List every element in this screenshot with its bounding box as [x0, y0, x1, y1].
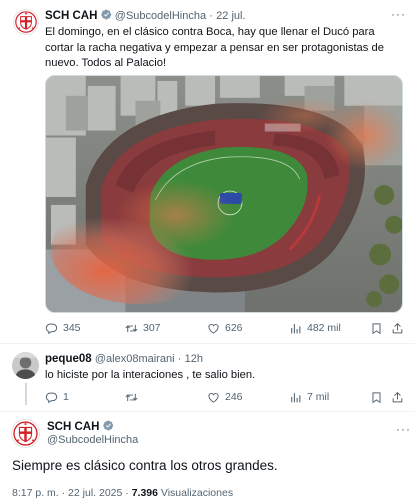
views-count: 7.396: [131, 487, 158, 499]
like-button[interactable]: 626: [207, 322, 243, 335]
share-button[interactable]: [391, 322, 404, 335]
tweet-actions: 345 307 626 482 mil: [45, 320, 405, 336]
like-count: 246: [225, 391, 243, 403]
separator-dot: ·: [209, 10, 213, 22]
reply-author-name[interactable]: peque08: [45, 353, 92, 365]
reply-icon: [45, 391, 58, 404]
tweet-time[interactable]: 8:17 p. m.: [12, 487, 59, 499]
thread-connector: [25, 383, 27, 405]
reply-author-avatar[interactable]: [12, 352, 39, 379]
retweet-count: 307: [143, 322, 161, 334]
separator-dot: ·: [61, 487, 66, 499]
bookmark-button[interactable]: [370, 391, 383, 404]
retweet-icon: [125, 322, 138, 335]
reply-date[interactable]: 12h: [185, 353, 203, 365]
club-crest-icon: [12, 420, 39, 447]
views-chart-icon: [289, 322, 302, 335]
share-icon: [391, 322, 404, 335]
tweet-text: Siempre es clásico contra los otros gran…: [12, 458, 278, 473]
tweet-date[interactable]: 22 jul. 2025: [68, 487, 122, 499]
author-name-row: SCH CAH: [47, 420, 114, 433]
share-button[interactable]: [391, 391, 404, 404]
reply-text: lo hiciste por la interaciones , te sali…: [45, 369, 256, 381]
views-label: Visualizaciones: [160, 487, 234, 499]
share-icon: [391, 391, 404, 404]
tweet-text: El domingo, en el clásico contra Boca, h…: [45, 26, 384, 69]
author-name[interactable]: SCH CAH: [47, 421, 99, 433]
heart-icon: [207, 322, 220, 335]
views-count: 482 mil: [307, 322, 341, 334]
views-button[interactable]: 482 mil: [289, 322, 341, 335]
club-crest-icon: [14, 10, 38, 34]
reply-button[interactable]: 1: [45, 391, 69, 404]
person-photo-icon: [12, 352, 39, 379]
tweet-header: SCH CAH @SubcodelHincha · 22 jul.: [45, 9, 246, 22]
more-options-icon[interactable]: ···: [391, 7, 406, 21]
more-options-icon[interactable]: ···: [396, 422, 411, 436]
views-button[interactable]: 7 mil: [289, 391, 329, 404]
verified-badge-icon: [103, 420, 114, 431]
verified-badge-icon: [101, 9, 112, 20]
tweet-date[interactable]: 22 jul.: [216, 10, 245, 22]
divider: [0, 411, 415, 412]
reply-button[interactable]: 345: [45, 322, 81, 335]
bookmark-button[interactable]: [370, 322, 383, 335]
like-button[interactable]: 246: [207, 391, 243, 404]
retweet-icon: [125, 391, 138, 404]
bookmark-icon: [370, 322, 383, 335]
separator-dot: ·: [177, 353, 182, 365]
like-count: 626: [225, 322, 243, 334]
author-handle[interactable]: @SubcodelHincha: [115, 10, 206, 22]
views-count: 7 mil: [307, 391, 330, 403]
reply-header: peque08 @alex08mairani · 12h: [45, 353, 203, 365]
retweet-button[interactable]: [125, 391, 143, 404]
author-avatar[interactable]: [11, 419, 40, 448]
reply-count: 345: [63, 322, 81, 334]
bookmark-icon: [370, 391, 383, 404]
reply-author-handle[interactable]: @alex08mairani: [95, 353, 175, 365]
heart-icon: [207, 391, 220, 404]
retweet-button[interactable]: 307: [125, 322, 161, 335]
tweet-media-image[interactable]: [45, 75, 403, 313]
divider: [0, 343, 415, 344]
views-chart-icon: [289, 391, 302, 404]
author-name[interactable]: SCH CAH: [45, 10, 97, 22]
stadium-photo: [46, 76, 402, 312]
reply-icon: [45, 322, 58, 335]
tweet-meta: 8:17 p. m. · 22 jul. 2025 · 7.396 Visual…: [12, 487, 233, 499]
reply-actions: 1 246 7 mil: [45, 389, 405, 405]
separator-dot: ·: [125, 487, 129, 499]
author-handle[interactable]: @SubcodelHincha: [47, 434, 138, 446]
author-avatar[interactable]: [13, 9, 39, 35]
reply-count: 1: [63, 391, 69, 403]
